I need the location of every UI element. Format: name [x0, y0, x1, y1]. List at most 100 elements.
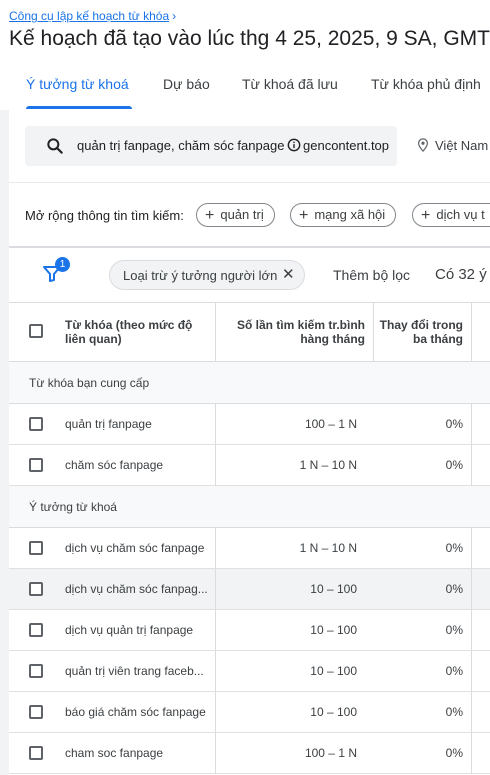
- column-divider: [215, 733, 216, 773]
- keyword-cell: dịch vụ chăm sóc fanpag...: [65, 582, 208, 596]
- search-domain: gencontent.top: [303, 138, 390, 153]
- volume-cell: 100 – 1 N: [304, 746, 357, 760]
- tab-forecast[interactable]: Dự báo: [163, 76, 210, 92]
- table-row[interactable]: quản trị viên trang faceb... 10 – 100 0%: [9, 651, 490, 692]
- column-divider: [471, 303, 472, 361]
- content-area: quản trị fanpage, chăm sóc fanpage genco…: [0, 110, 490, 775]
- header-line: Thay đổi trong: [379, 318, 463, 332]
- active-tab-indicator: [26, 106, 132, 109]
- column-divider: [471, 651, 472, 691]
- column-divider: [215, 445, 216, 485]
- change-cell: 0%: [445, 705, 463, 719]
- broaden-chip-quan-tri[interactable]: + quản trị: [196, 203, 275, 227]
- location-pin-icon: [418, 138, 428, 152]
- section-title: Từ khóa bạn cung cấp: [29, 376, 150, 390]
- broaden-chip-mang-xa-hoi[interactable]: + mạng xã hội: [290, 203, 397, 227]
- tab-keyword-ideas[interactable]: Ý tưởng từ khoá: [26, 76, 129, 92]
- table-row[interactable]: dịch vụ chăm sóc fanpage 1 N – 10 N 0%: [9, 528, 490, 569]
- row-checkbox[interactable]: [29, 664, 43, 678]
- row-checkbox[interactable]: [29, 705, 43, 719]
- keyword-cell: chăm sóc fanpage: [65, 458, 164, 472]
- keyword-table: Từ khóa (theo mức độ liên quan) Số lần tì…: [9, 302, 490, 774]
- breadcrumb-link[interactable]: Công cụ lập kế hoạch từ khóa: [9, 9, 169, 23]
- table-row[interactable]: quản trị fanpage 100 – 1 N 0%: [9, 404, 490, 445]
- change-cell: 0%: [445, 623, 463, 637]
- header-line: hàng tháng: [300, 332, 365, 346]
- row-checkbox[interactable]: [29, 746, 43, 760]
- plus-icon: +: [421, 207, 431, 224]
- location-label: Việt Nam: [435, 138, 489, 153]
- keyword-cell: dịch vụ quản trị fanpage: [65, 623, 194, 637]
- tab-bar: Ý tưởng từ khoá Dự báo Từ khoá đã lưu Từ…: [0, 62, 490, 111]
- search-input[interactable]: quản trị fanpage, chăm sóc fanpage genco…: [25, 126, 397, 166]
- filter-count-badge: 1: [55, 257, 70, 272]
- row-checkbox[interactable]: [29, 582, 43, 596]
- chip-label: quản trị: [220, 207, 264, 222]
- table-row[interactable]: dịch vụ quản trị fanpage 10 – 100 0%: [9, 610, 490, 651]
- change-cell: 0%: [445, 417, 463, 431]
- chip-label: mạng xã hội: [314, 207, 386, 222]
- change-cell: 0%: [445, 541, 463, 555]
- row-checkbox[interactable]: [29, 623, 43, 637]
- section-header: Từ khóa bạn cung cấp: [9, 362, 490, 404]
- header-line: ba tháng: [413, 332, 463, 346]
- location-selector[interactable]: Việt Nam: [417, 138, 488, 153]
- column-header-volume[interactable]: Số lần tìm kiếm tr.bình hàng tháng: [217, 318, 365, 346]
- column-header-change[interactable]: Thay đổi trong ba tháng: [373, 318, 463, 346]
- column-divider: [215, 610, 216, 650]
- change-cell: 0%: [445, 664, 463, 678]
- volume-cell: 1 N – 10 N: [299, 458, 357, 472]
- results-card: quản trị fanpage, chăm sóc fanpage genco…: [9, 110, 490, 775]
- change-cell: 0%: [445, 458, 463, 472]
- row-checkbox[interactable]: [29, 458, 43, 472]
- column-divider: [471, 404, 472, 444]
- plus-icon: +: [205, 207, 215, 224]
- tab-saved-keywords[interactable]: Từ khoá đã lưu: [242, 76, 338, 92]
- select-all-checkbox[interactable]: [29, 324, 43, 338]
- row-checkbox[interactable]: [29, 417, 43, 431]
- info-icon[interactable]: [287, 138, 301, 152]
- keyword-cell: quản trị viên trang faceb...: [65, 664, 204, 678]
- divider: [9, 246, 490, 248]
- volume-cell: 100 – 1 N: [304, 417, 357, 431]
- broaden-chip-dich-vu[interactable]: + dịch vụ t: [412, 203, 490, 227]
- column-divider: [471, 569, 472, 609]
- section-header: Ý tưởng từ khoá: [9, 486, 490, 528]
- plus-icon: +: [299, 207, 309, 224]
- add-filter-button[interactable]: Thêm bộ lọc: [333, 267, 410, 283]
- volume-cell: 10 – 100: [310, 623, 357, 637]
- row-checkbox[interactable]: [29, 541, 43, 555]
- volume-cell: 1 N – 10 N: [299, 541, 357, 555]
- column-divider: [215, 303, 216, 361]
- filter-chip-label: Loại trừ ý tưởng người lớn: [123, 268, 278, 283]
- tab-negative-keywords[interactable]: Từ khóa phủ định: [371, 76, 481, 92]
- adult-ideas-filter-chip[interactable]: Loại trừ ý tưởng người lớn ✕: [109, 260, 305, 290]
- column-divider: [215, 692, 216, 732]
- table-row[interactable]: chăm sóc fanpage 1 N – 10 N 0%: [9, 445, 490, 486]
- column-divider: [471, 692, 472, 732]
- result-count: Có 32 ý: [435, 266, 487, 283]
- divider: [9, 182, 490, 183]
- breadcrumb[interactable]: Công cụ lập kế hoạch từ khóa ›: [9, 9, 176, 23]
- column-divider: [215, 569, 216, 609]
- column-header-keyword[interactable]: Từ khóa (theo mức độ liên quan): [65, 318, 192, 346]
- column-divider: [471, 733, 472, 773]
- column-divider: [471, 610, 472, 650]
- close-icon[interactable]: ✕: [282, 265, 295, 283]
- change-cell: 0%: [445, 582, 463, 596]
- header-line: Số lần tìm kiếm tr.bình: [236, 318, 365, 332]
- volume-cell: 10 – 100: [310, 664, 357, 678]
- column-divider: [215, 528, 216, 568]
- column-divider: [471, 445, 472, 485]
- search-icon: [47, 138, 63, 154]
- column-divider: [373, 303, 374, 361]
- table-row[interactable]: cham soc fanpage 100 – 1 N 0%: [9, 733, 490, 774]
- search-keywords: quản trị fanpage, chăm sóc fanpage: [77, 138, 285, 153]
- keyword-cell: quản trị fanpage: [65, 417, 152, 431]
- volume-cell: 10 – 100: [310, 582, 357, 596]
- table-row[interactable]: dịch vụ chăm sóc fanpag... 10 – 100 0%: [9, 569, 490, 610]
- volume-cell: 10 – 100: [310, 705, 357, 719]
- table-row[interactable]: báo giá chăm sóc fanpage 10 – 100 0%: [9, 692, 490, 733]
- column-divider: [215, 404, 216, 444]
- broaden-search-label: Mở rộng thông tin tìm kiếm:: [25, 208, 184, 223]
